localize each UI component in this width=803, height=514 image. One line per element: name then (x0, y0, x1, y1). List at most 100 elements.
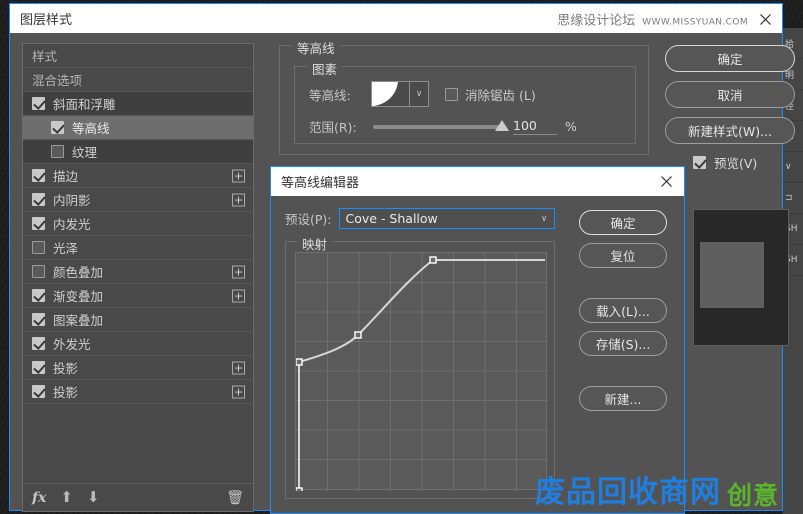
curve-editor-canvas[interactable] (295, 252, 547, 490)
arrow-down-icon[interactable]: ⬇ (87, 490, 100, 505)
preset-value: Cove - Shallow (346, 211, 438, 226)
checkbox-texture[interactable] (51, 145, 64, 158)
sidebar-item-label: 内发光 (53, 214, 91, 233)
checkbox-bevel-emboss[interactable] (32, 97, 45, 110)
preview-shape (700, 242, 764, 308)
sidebar-item-label: 等高线 (72, 118, 110, 137)
preset-select[interactable]: Cove - Shallow ∨ (339, 208, 555, 229)
curve-point-1 (296, 359, 302, 365)
sidebar-item-drop-shadow-1[interactable]: 投影 + (23, 356, 253, 380)
add-effect-icon[interactable]: + (232, 289, 245, 302)
arrow-up-icon[interactable]: ⬆ (60, 490, 73, 505)
checkbox-drop-shadow-2[interactable] (32, 385, 45, 398)
trash-icon[interactable]: 🗑 (226, 491, 244, 505)
add-effect-icon[interactable]: + (232, 361, 245, 374)
chevron-down-icon[interactable]: ∨ (409, 82, 428, 106)
ok-button[interactable]: 确定 (665, 45, 795, 72)
checkbox-preview[interactable] (693, 156, 706, 169)
sidebar-item-label: 纹理 (72, 142, 97, 161)
sidebar-item-stroke[interactable]: 描边 + (23, 164, 253, 188)
sidebar-item-label: 图案叠加 (53, 310, 103, 329)
curve-control-points (296, 257, 436, 491)
checkbox-color-overlay[interactable] (32, 265, 45, 278)
sidebar-item-inner-glow[interactable]: 内发光 (23, 212, 253, 236)
contour-reset-button[interactable]: 复位 (579, 243, 667, 268)
range-label: 范围(R): (309, 117, 371, 136)
add-effect-icon[interactable]: + (232, 385, 245, 398)
sidebar-item-color-overlay[interactable]: 颜色叠加 + (23, 260, 253, 284)
preview-row[interactable]: 预览(V) (693, 153, 803, 172)
element-group: 图素 等高线: ∨ (294, 66, 636, 144)
contour-editor-buttons: 确定 复位 载入(L)... 存储(S)... 新建... (579, 208, 667, 499)
sidebar-empty-area (23, 404, 253, 444)
checkbox-stroke[interactable] (32, 169, 45, 182)
sidebar-item-bevel-emboss[interactable]: 斜面和浮雕 (23, 92, 253, 116)
sidebar-item-contour[interactable]: 等高线 (23, 116, 253, 140)
preset-row: 预设(P): Cove - Shallow ∨ (285, 208, 565, 229)
fx-icon[interactable]: fx (32, 491, 46, 505)
add-effect-icon[interactable]: + (232, 265, 245, 278)
checkbox-inner-shadow[interactable] (32, 193, 45, 206)
preview-label: 预览(V) (714, 153, 757, 172)
sidebar-item-label: 颜色叠加 (53, 262, 103, 281)
styles-sidebar: 样式 混合选项 斜面和浮雕 等高线 纹理 (22, 43, 254, 512)
contour-picker[interactable]: ∨ (371, 81, 429, 107)
contour-editor-title: 等高线编辑器 (281, 172, 359, 191)
checkbox-pattern-overlay[interactable] (32, 313, 45, 326)
curve-svg (296, 253, 548, 491)
contour-group-title: 等高线 (292, 38, 340, 57)
sidebar-item-drop-shadow-2[interactable]: 投影 + (23, 380, 253, 404)
sidebar-item-label: 渐变叠加 (53, 286, 103, 305)
preset-label: 预设(P): (285, 209, 332, 228)
sidebar-item-satin[interactable]: 光泽 (23, 236, 253, 260)
close-icon[interactable] (656, 171, 676, 191)
new-style-button[interactable]: 新建样式(W)... (665, 117, 795, 144)
checkbox-antialias[interactable] (445, 88, 458, 101)
checkbox-drop-shadow-1[interactable] (32, 361, 45, 374)
contour-load-button[interactable]: 载入(L)... (579, 298, 667, 323)
antialias-row[interactable]: 消除锯齿 (L) (445, 85, 536, 104)
add-effect-icon[interactable]: + (232, 193, 245, 206)
watermark-cn-text: 思缘设计论坛 (557, 9, 635, 28)
range-slider-thumb[interactable] (495, 120, 509, 131)
sidebar-item-label: 外发光 (53, 334, 91, 353)
sidebar-item-outer-glow[interactable]: 外发光 (23, 332, 253, 356)
button-gap (579, 364, 667, 386)
sidebar-item-texture[interactable]: 纹理 (23, 140, 253, 164)
mapping-group-title: 映射 (297, 234, 332, 253)
curve-point-0 (296, 488, 302, 491)
sidebar-item-pattern-overlay[interactable]: 图案叠加 (23, 308, 253, 332)
sidebar-item-label: 混合选项 (32, 70, 82, 89)
watermark-url-text: WWW.MISSYUAN.COM (642, 17, 748, 27)
sidebar-item-inner-shadow[interactable]: 内阴影 + (23, 188, 253, 212)
range-field-row: 范围(R): 100 % (309, 117, 623, 136)
layer-style-titlebar: 图层样式 思缘设计论坛 WWW.MISSYUAN.COM (10, 4, 782, 33)
sidebar-item-label: 光泽 (53, 238, 78, 257)
sidebar-toolbar: fx ⬆ ⬇ 🗑 (23, 483, 253, 511)
cancel-button[interactable]: 取消 (665, 81, 795, 108)
contour-save-button[interactable]: 存储(S)... (579, 331, 667, 356)
contour-curve-thumbnail (372, 82, 409, 106)
sidebar-item-label: 斜面和浮雕 (53, 94, 116, 113)
button-gap (579, 276, 667, 298)
checkbox-contour[interactable] (51, 121, 64, 134)
style-list: 样式 混合选项 斜面和浮雕 等高线 纹理 (23, 44, 253, 483)
range-slider[interactable] (373, 125, 505, 129)
range-input[interactable]: 100 (513, 118, 557, 135)
checkbox-satin[interactable] (32, 241, 45, 254)
close-icon[interactable] (754, 9, 776, 29)
contour-field-row: 等高线: ∨ 消除锯齿 (L) (309, 81, 623, 107)
sidebar-item-gradient-overlay[interactable]: 渐变叠加 + (23, 284, 253, 308)
sidebar-item-blending-options[interactable]: 混合选项 (23, 68, 253, 92)
checkbox-outer-glow[interactable] (32, 337, 45, 350)
preview-thumbnail (693, 209, 789, 346)
element-group-title: 图素 (307, 59, 342, 78)
sidebar-item-label: 投影 (53, 358, 78, 377)
chevron-down-icon[interactable]: ∨ (541, 214, 548, 224)
contour-field-label: 等高线: (309, 85, 371, 104)
contour-ok-button[interactable]: 确定 (579, 210, 667, 235)
checkbox-gradient-overlay[interactable] (32, 289, 45, 302)
add-effect-icon[interactable]: + (232, 169, 245, 182)
checkbox-inner-glow[interactable] (32, 217, 45, 230)
contour-new-button[interactable]: 新建... (579, 386, 667, 411)
